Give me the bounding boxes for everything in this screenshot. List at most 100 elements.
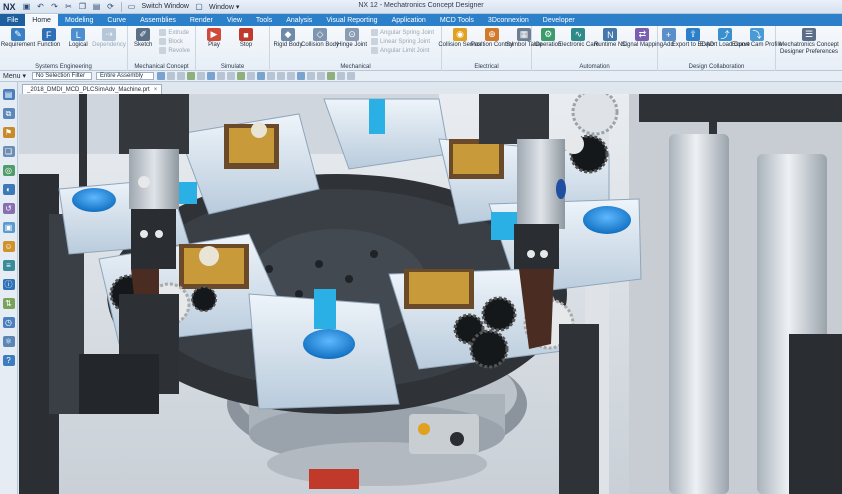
layer-settings-icon[interactable] bbox=[316, 72, 325, 80]
extrude-button[interactable]: Extrude bbox=[159, 28, 190, 37]
snap-intersection-icon[interactable] bbox=[236, 72, 245, 80]
orient-view-icon[interactable] bbox=[306, 72, 315, 80]
selection-filter-dropdown[interactable]: No Selection Filter bbox=[31, 72, 92, 80]
repeat-command-icon[interactable]: ⟳ bbox=[106, 2, 116, 12]
select-feature-icon[interactable] bbox=[156, 72, 165, 80]
tab-view[interactable]: View bbox=[220, 14, 249, 26]
help-icon[interactable]: ? bbox=[2, 355, 15, 366]
show-hide-icon[interactable] bbox=[326, 72, 335, 80]
switch-window-button[interactable]: Switch Window bbox=[142, 3, 189, 10]
tab-mcd-tools[interactable]: MCD Tools bbox=[433, 14, 481, 26]
select-edge-icon[interactable] bbox=[186, 72, 195, 80]
export-cam-profile-icon: ⤵ bbox=[750, 28, 764, 41]
mcd-preferences-button[interactable]: ☰ Mechatronics Concept Designer Preferen… bbox=[779, 28, 839, 56]
shaded-view-icon[interactable] bbox=[296, 72, 305, 80]
export-cam-profile-button[interactable]: ⤵ Export Cam Profile bbox=[732, 28, 782, 49]
position-control-button[interactable]: ⊕ Position Control bbox=[471, 28, 513, 49]
snap-center-icon[interactable] bbox=[226, 72, 235, 80]
zoom-icon[interactable] bbox=[266, 72, 275, 80]
pan-icon[interactable] bbox=[286, 72, 295, 80]
ribbon: ✎ Requirement F Function L Logical ⇢ Dep… bbox=[0, 26, 842, 71]
select-body-icon[interactable] bbox=[166, 72, 175, 80]
play-button[interactable]: ▶ Play bbox=[199, 28, 229, 49]
linear-spring-joint-button[interactable]: Linear Spring Joint bbox=[371, 37, 434, 46]
tab-application[interactable]: Application bbox=[385, 14, 433, 26]
tab-developer[interactable]: Developer bbox=[536, 14, 582, 26]
angular-spring-joint-button[interactable]: Angular Spring Joint bbox=[371, 28, 434, 37]
menu-button[interactable]: Menu ▾ bbox=[0, 72, 30, 80]
collision-body-button[interactable]: ◇ Collision Body bbox=[301, 28, 339, 49]
tab-analysis[interactable]: Analysis bbox=[279, 14, 319, 26]
close-tab-icon[interactable]: × bbox=[154, 87, 158, 93]
reuse-library-icon[interactable]: ❏ bbox=[2, 146, 15, 157]
collision-sensor-icon: ◉ bbox=[453, 28, 467, 41]
cut-icon[interactable]: ✂ bbox=[64, 2, 74, 12]
revolve-icon bbox=[159, 47, 167, 54]
logical-button[interactable]: L Logical bbox=[65, 28, 93, 49]
snap-quadrant-icon[interactable] bbox=[246, 72, 255, 80]
signals-icon[interactable]: ⇅ bbox=[2, 298, 15, 309]
gear bbox=[571, 94, 619, 136]
tab-3dconnexion[interactable]: 3Dconnexion bbox=[481, 14, 536, 26]
dependency-button[interactable]: ⇢ Dependency bbox=[92, 28, 126, 49]
window-icon[interactable]: ▢ bbox=[194, 2, 204, 12]
tab-assemblies[interactable]: Assemblies bbox=[133, 14, 183, 26]
web-browser-icon[interactable]: ◐ bbox=[2, 184, 15, 195]
tab-render[interactable]: Render bbox=[183, 14, 220, 26]
preferences-icon: ☰ bbox=[802, 28, 816, 41]
hd3d-tools-icon[interactable]: ◎ bbox=[2, 165, 15, 176]
tab-tools[interactable]: Tools bbox=[249, 14, 279, 26]
edit-section-icon[interactable] bbox=[336, 72, 345, 80]
system-materials-icon[interactable]: ▣ bbox=[2, 222, 15, 233]
history-icon[interactable]: ↺ bbox=[2, 203, 15, 214]
title-bar: NX ▣ ↶ ↷ ✂ ❐ ▤ ⟳ ▭ Switch Window ▢ Windo… bbox=[0, 0, 842, 14]
tab-curve[interactable]: Curve bbox=[100, 14, 133, 26]
runtime-inspector-icon[interactable]: ⓘ bbox=[2, 279, 15, 290]
requirement-button[interactable]: ✎ Requirement bbox=[1, 28, 35, 49]
assembly-navigator-icon[interactable]: ▤ bbox=[2, 89, 15, 100]
stop-button[interactable]: ■ Stop bbox=[231, 28, 261, 49]
document-tab[interactable]: _2018_DMDI_MCD_PLCSimAdv_Machine.prt × bbox=[22, 84, 163, 94]
rigid-body-button[interactable]: ◆ Rigid Body bbox=[273, 28, 303, 49]
group-label: Automation bbox=[579, 64, 610, 70]
undo-icon[interactable]: ↶ bbox=[36, 2, 46, 12]
copy-icon[interactable]: ❐ bbox=[78, 2, 88, 12]
roles-icon[interactable]: ☺ bbox=[2, 241, 15, 252]
function-button[interactable]: F Function bbox=[35, 28, 63, 49]
paste-icon[interactable]: ▤ bbox=[92, 2, 102, 12]
work-layer-icon[interactable] bbox=[346, 72, 355, 80]
select-face-icon[interactable] bbox=[176, 72, 185, 80]
hinge-joint-button[interactable]: ⊙ Hinge Joint bbox=[337, 28, 367, 49]
simulation-icon[interactable]: ◷ bbox=[2, 317, 15, 328]
switch-window-icon[interactable]: ▭ bbox=[127, 2, 137, 12]
save-icon[interactable]: ▣ bbox=[22, 2, 32, 12]
sketch-button[interactable]: ✐ Sketch bbox=[131, 28, 155, 49]
select-point-icon[interactable] bbox=[196, 72, 205, 80]
angular-limit-joint-button[interactable]: Angular Limit Joint bbox=[371, 46, 434, 55]
tab-modeling[interactable]: Modeling bbox=[58, 14, 100, 26]
snap-midpoint-icon[interactable] bbox=[216, 72, 225, 80]
part-navigator-icon[interactable]: ⚑ bbox=[2, 127, 15, 138]
sequence-editor-icon[interactable]: ≡ bbox=[2, 260, 15, 271]
selection-scope-dropdown[interactable]: Entire Assembly bbox=[95, 72, 154, 80]
fit-view-icon[interactable] bbox=[256, 72, 265, 80]
machine-model-scene[interactable] bbox=[19, 94, 842, 494]
block-button[interactable]: Block bbox=[159, 37, 190, 46]
electronic-cam-button[interactable]: ∿ Electronic Cam bbox=[558, 28, 599, 49]
shape-commands: Extrude Block Revolve bbox=[159, 28, 190, 55]
tab-home[interactable]: Home bbox=[25, 14, 58, 26]
tab-visual-reporting[interactable]: Visual Reporting bbox=[319, 14, 384, 26]
physics-navigator-icon[interactable]: ⚛ bbox=[2, 336, 15, 347]
separator bbox=[120, 1, 122, 12]
rigid-body-icon: ◆ bbox=[281, 28, 295, 41]
signal-mapping-button[interactable]: ⇄ Signal Mapping bbox=[622, 28, 663, 49]
window-menu[interactable]: Window ▾ bbox=[209, 3, 239, 11]
rotate-icon[interactable] bbox=[276, 72, 285, 80]
constraint-navigator-icon[interactable]: ⧉ bbox=[2, 108, 15, 119]
nx-logo: NX bbox=[3, 1, 16, 12]
revolve-button[interactable]: Revolve bbox=[159, 46, 190, 55]
snap-endpoint-icon[interactable] bbox=[206, 72, 215, 80]
tab-file[interactable]: File bbox=[0, 14, 26, 26]
graphics-window[interactable] bbox=[19, 94, 842, 494]
redo-icon[interactable]: ↷ bbox=[50, 2, 60, 12]
